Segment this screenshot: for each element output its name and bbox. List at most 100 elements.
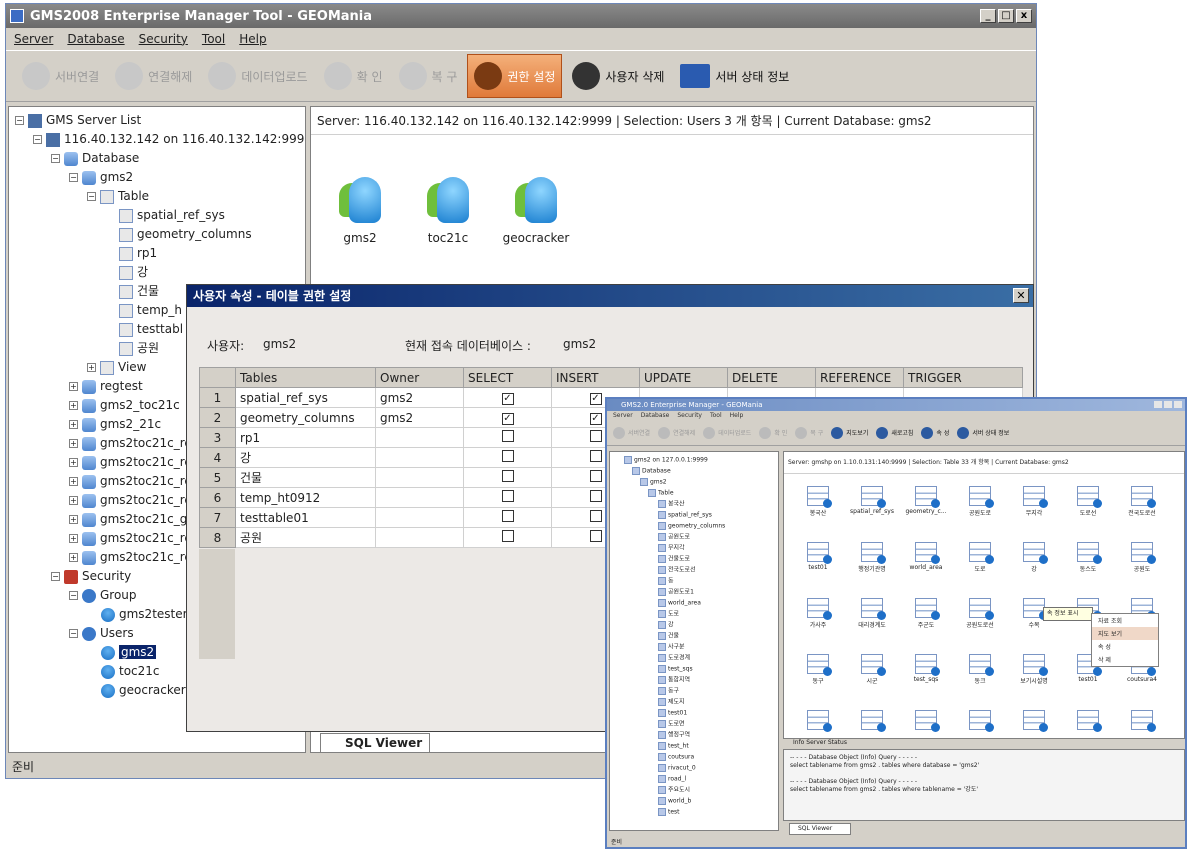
col-trigger[interactable]: TRIGGER xyxy=(903,367,1023,388)
tree-table-item[interactable]: 공원 xyxy=(119,339,159,357)
cell-owner[interactable]: gms2 xyxy=(375,407,464,428)
insert-checkbox[interactable] xyxy=(589,430,602,442)
tree-db-item[interactable]: + gms2_21c xyxy=(69,415,161,433)
connect-server-button[interactable]: 서버연결 xyxy=(16,54,105,98)
main-titlebar[interactable]: GMS2008 Enterprise Manager Tool - GEOMan… xyxy=(6,4,1036,28)
col-select[interactable]: SELECT xyxy=(463,367,552,388)
col-reference[interactable]: REFERENCE xyxy=(815,367,904,388)
tree-group[interactable]: − Group xyxy=(69,586,137,604)
close-button[interactable]: x xyxy=(1016,9,1032,23)
tree-database[interactable]: − Database xyxy=(51,149,139,167)
tree-db-item[interactable]: + gms2toc21c_gi xyxy=(69,510,191,528)
connect-icon xyxy=(22,62,50,90)
select-checkbox[interactable] xyxy=(501,430,514,442)
tree-user-gms2[interactable]: gms2 xyxy=(101,643,157,661)
tree-db-item[interactable]: + gms2_toc21c xyxy=(69,396,180,414)
tree-db-item[interactable]: + gms2toc21c_re xyxy=(69,472,192,490)
inset-table-icon: geometry_c... xyxy=(900,486,952,515)
cell-table-name[interactable]: 건물 xyxy=(235,467,376,488)
cell-owner[interactable] xyxy=(375,427,464,448)
insert-checkbox[interactable]: ✓ xyxy=(589,413,602,425)
cell-table-name[interactable]: 강 xyxy=(235,447,376,468)
cell-owner[interactable] xyxy=(375,527,464,548)
dialog-close-button[interactable]: ✕ xyxy=(1013,288,1029,303)
menu-database[interactable]: Database xyxy=(67,32,124,46)
tree-table-item[interactable]: geometry_columns xyxy=(119,225,252,243)
tree-db-item[interactable]: + gms2toc21c_re xyxy=(69,453,192,471)
user-card-gms2[interactable]: gms2 xyxy=(315,175,405,245)
menu-server[interactable]: Server xyxy=(14,32,53,46)
col-owner[interactable]: Owner xyxy=(375,367,464,388)
tree-group-member[interactable]: gms2tester xyxy=(101,605,188,623)
col-tables[interactable]: Tables xyxy=(235,367,376,388)
cell-table-name[interactable]: rp1 xyxy=(235,427,376,448)
tree-db-item[interactable]: + regtest xyxy=(69,377,143,395)
tree-db-gms2[interactable]: − gms2 xyxy=(69,168,133,186)
tree-table-item[interactable]: temp_h xyxy=(119,301,182,319)
tree-db-item[interactable]: + gms2toc21c_re xyxy=(69,491,192,509)
insert-checkbox[interactable] xyxy=(589,530,602,542)
menu-tool[interactable]: Tool xyxy=(202,32,225,46)
table-globe-icon xyxy=(1077,710,1102,732)
server-status-button[interactable]: 서버 상태 정보 xyxy=(674,54,795,98)
tree-view-folder[interactable]: + View xyxy=(87,358,146,376)
select-checkbox[interactable] xyxy=(501,450,514,462)
col-insert[interactable]: INSERT xyxy=(551,367,640,388)
tree-table-item[interactable]: 강 xyxy=(119,263,148,281)
menu-help[interactable]: Help xyxy=(239,32,266,46)
cell-table-name[interactable]: spatial_ref_sys xyxy=(235,387,376,408)
database-icon xyxy=(64,151,78,166)
restore-button[interactable]: 복 구 xyxy=(393,54,464,98)
tree-security[interactable]: − Security xyxy=(51,567,131,585)
tree-db-item[interactable]: + gms2toc21c_re xyxy=(69,434,192,452)
tree-table-item[interactable]: testtabl xyxy=(119,320,183,338)
tree-users[interactable]: − Users xyxy=(69,624,134,642)
confirm-button[interactable]: 확 인 xyxy=(318,54,389,98)
col-delete[interactable]: DELETE xyxy=(727,367,816,388)
user-card-toc21c[interactable]: toc21c xyxy=(403,175,493,245)
insert-checkbox[interactable] xyxy=(589,490,602,502)
tree-table-item[interactable]: 건물 xyxy=(119,282,159,300)
tree-root[interactable]: − GMS Server List xyxy=(15,111,141,129)
maximize-button[interactable]: □ xyxy=(998,9,1014,23)
cell-table-name[interactable]: testtable01 xyxy=(235,507,376,528)
tree-user-geocracker[interactable]: geocracker xyxy=(101,681,186,699)
dialog-titlebar[interactable]: 사용자 속성 - 테이블 권한 설정 ✕ xyxy=(187,285,1033,307)
disconnect-button[interactable]: 연결해제 xyxy=(109,54,198,98)
insert-checkbox[interactable] xyxy=(589,470,602,482)
data-upload-button[interactable]: 데이터업로드 xyxy=(202,54,313,98)
sql-viewer-tab[interactable]: SQL Viewer xyxy=(320,733,430,753)
cell-owner[interactable] xyxy=(375,487,464,508)
cell-table-name[interactable]: geometry_columns xyxy=(235,407,376,428)
select-checkbox[interactable] xyxy=(501,490,514,502)
tree-db-item[interactable]: + gms2toc21c_re xyxy=(69,529,192,547)
select-checkbox[interactable] xyxy=(501,510,514,522)
tree-user-toc21c[interactable]: toc21c xyxy=(101,662,160,680)
menu-security[interactable]: Security xyxy=(139,32,188,46)
delete-user-button[interactable]: 사용자 삭제 xyxy=(566,54,670,98)
select-checkbox[interactable] xyxy=(501,470,514,482)
inset-tb-upload: 데이터업로드 xyxy=(703,426,751,439)
tree-table-item[interactable]: spatial_ref_sys xyxy=(119,206,225,224)
tree-db-item[interactable]: + gms2toc21c_re xyxy=(69,548,192,566)
user-card-geocracker[interactable]: geocracker xyxy=(491,175,581,245)
cell-table-name[interactable]: 공원 xyxy=(235,527,376,548)
select-checkbox[interactable]: ✓ xyxy=(501,393,514,405)
insert-checkbox[interactable] xyxy=(589,450,602,462)
tree-table-folder[interactable]: − Table xyxy=(87,187,149,205)
cell-table-name[interactable]: temp_ht0912 xyxy=(235,487,376,508)
insert-checkbox[interactable] xyxy=(589,510,602,522)
cell-owner[interactable] xyxy=(375,507,464,528)
select-checkbox[interactable] xyxy=(501,530,514,542)
select-checkbox[interactable]: ✓ xyxy=(501,413,514,425)
insert-checkbox[interactable]: ✓ xyxy=(589,393,602,405)
security-icon xyxy=(64,569,78,584)
cell-owner[interactable] xyxy=(375,467,464,488)
tree-server[interactable]: −116.40.132.142 on 116.40.132.142:9999 xyxy=(33,130,305,148)
col-update[interactable]: UPDATE xyxy=(639,367,728,388)
cell-owner[interactable]: gms2 xyxy=(375,387,464,408)
cell-owner[interactable] xyxy=(375,447,464,468)
minimize-button[interactable]: _ xyxy=(980,9,996,23)
tree-table-item[interactable]: rp1 xyxy=(119,244,157,262)
permission-settings-button[interactable]: 권한 설정 xyxy=(467,54,563,98)
